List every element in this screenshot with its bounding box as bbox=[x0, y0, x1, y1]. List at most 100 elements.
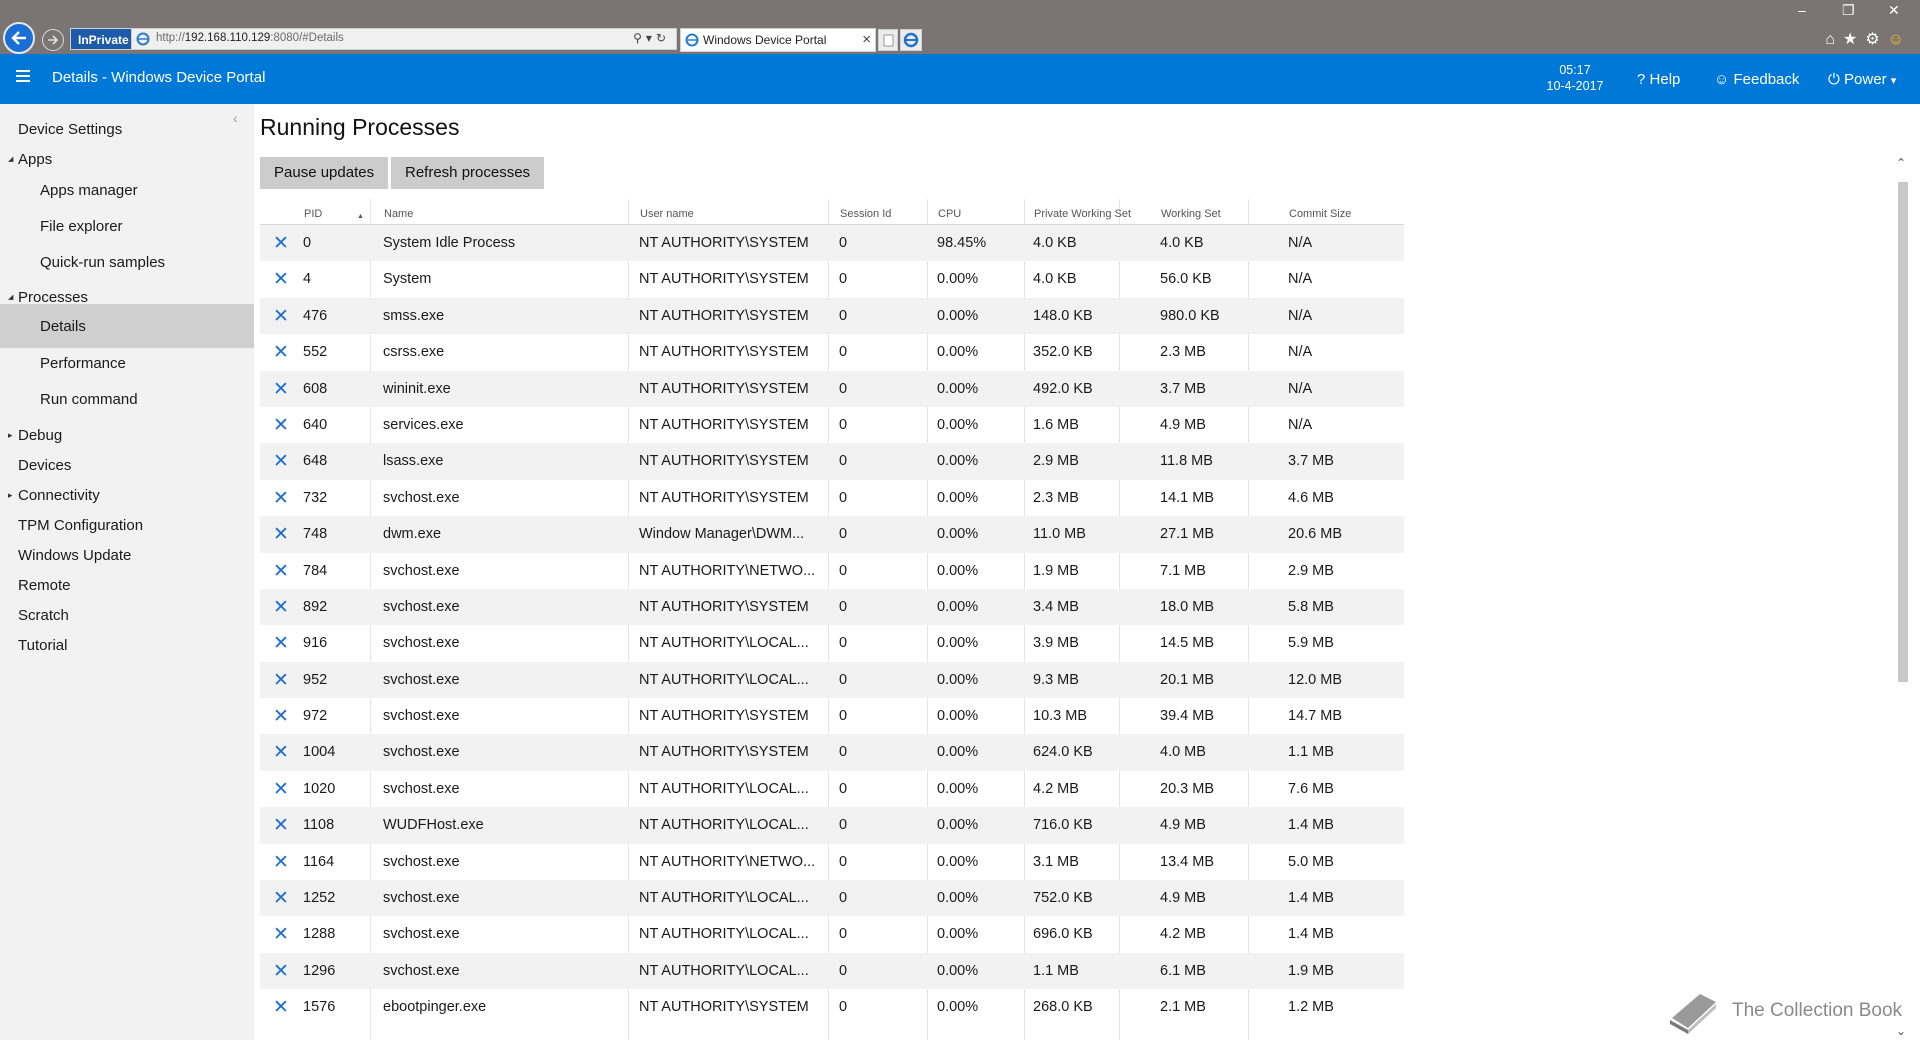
sidebar-item-quick-run-samples[interactable]: Quick-run samples bbox=[0, 245, 254, 279]
restore-icon[interactable]: ❐ bbox=[1842, 2, 1855, 19]
cell-name: svchost.exe bbox=[383, 926, 460, 943]
table-row[interactable]: ✕ 972 svchost.exe NT AUTHORITY\SYSTEM 0 0.00%… bbox=[260, 698, 1404, 734]
sidebar-item-devices[interactable]: Devices bbox=[0, 448, 254, 482]
table-row[interactable]: ✕ 1020 svchost.exe NT AUTHORITY\LOCAL... 0 0.… bbox=[260, 771, 1404, 807]
sidebar-item-scratch[interactable]: Scratch bbox=[0, 598, 254, 632]
sidebar-item-debug[interactable]: ▸ Debug bbox=[0, 418, 254, 452]
address-tools[interactable]: ⚲▾↻ bbox=[633, 31, 670, 45]
dropdown-icon[interactable]: ▾ bbox=[646, 31, 656, 45]
column-header-private-working-set[interactable]: Private Working Set bbox=[1034, 208, 1131, 220]
feedback-button[interactable]: ☺ Feedback bbox=[1714, 71, 1799, 88]
sidebar-item-tpm-configuration[interactable]: TPM Configuration bbox=[0, 508, 254, 542]
kill-process-icon[interactable]: ✕ bbox=[273, 523, 289, 546]
kill-process-icon[interactable]: ✕ bbox=[273, 378, 289, 401]
table-row[interactable]: ✕ 608 wininit.exe NT AUTHORITY\SYSTEM 0 0.00%… bbox=[260, 370, 1404, 407]
column-header-session-id[interactable]: Session Id bbox=[840, 208, 891, 220]
sidebar-item-apps-manager[interactable]: Apps manager bbox=[0, 173, 254, 207]
favorites-star-icon[interactable]: ★ bbox=[1843, 31, 1865, 48]
table-row[interactable]: ✕ 916 svchost.exe NT AUTHORITY\LOCAL... 0 0.0… bbox=[260, 625, 1404, 661]
kill-process-icon[interactable]: ✕ bbox=[273, 923, 289, 946]
kill-process-icon[interactable]: ✕ bbox=[273, 705, 289, 728]
scroll-up-icon[interactable]: ⌃ bbox=[1896, 156, 1906, 170]
kill-process-icon[interactable]: ✕ bbox=[273, 778, 289, 801]
home-icon[interactable]: ⌂ bbox=[1825, 31, 1843, 48]
table-row[interactable]: ✕ 1004 svchost.exe NT AUTHORITY\SYSTEM 0 0.00… bbox=[260, 734, 1404, 771]
sidebar-item-device-settings[interactable]: Device Settings bbox=[0, 112, 254, 146]
search-icon[interactable]: ⚲ bbox=[633, 31, 646, 45]
sidebar-item-connectivity[interactable]: ▸ Connectivity bbox=[0, 478, 254, 512]
table-row[interactable]: ✕ 640 services.exe NT AUTHORITY\SYSTEM 0 0.00… bbox=[260, 407, 1404, 443]
table-row[interactable]: ✕ 476 smss.exe NT AUTHORITY\SYSTEM 0 0.00% 148… bbox=[260, 297, 1404, 335]
kill-process-icon[interactable]: ✕ bbox=[273, 814, 289, 837]
table-row[interactable]: ✕ 1108 WUDFHost.exe NT AUTHORITY\LOCAL... 0 0… bbox=[260, 807, 1404, 844]
browser-tab[interactable]: Windows Device Portal × bbox=[680, 28, 876, 52]
kill-process-icon[interactable]: ✕ bbox=[273, 632, 289, 655]
table-row[interactable]: ✕ 0 System Idle Process NT AUTHORITY\SYSTEM… bbox=[260, 225, 1404, 262]
column-header-name[interactable]: Name bbox=[384, 208, 413, 220]
kill-process-icon[interactable]: ✕ bbox=[273, 960, 289, 983]
table-row[interactable]: ✕ 952 svchost.exe NT AUTHORITY\LOCAL... 0 0.0… bbox=[260, 661, 1404, 699]
sidebar-item-remote[interactable]: Remote bbox=[0, 568, 254, 602]
power-menu[interactable]: ⏻ Power ▾ bbox=[1828, 71, 1896, 88]
table-row[interactable]: ✕ 1288 svchost.exe NT AUTHORITY\LOCAL... 0 0.… bbox=[260, 916, 1404, 952]
help-button[interactable]: ? Help bbox=[1637, 71, 1680, 88]
column-header-pid[interactable]: PID bbox=[304, 208, 322, 220]
ie-tab-button[interactable] bbox=[900, 29, 922, 51]
sidebar-item-tutorial[interactable]: Tutorial bbox=[0, 628, 254, 662]
column-header-user-name[interactable]: User name bbox=[640, 208, 694, 220]
kill-process-icon[interactable]: ✕ bbox=[273, 851, 289, 874]
page-scrollbar[interactable]: ⌃ ⌄ bbox=[1896, 152, 1912, 1040]
column-header-working-set[interactable]: Working Set bbox=[1161, 208, 1221, 220]
scrollbar-thumb[interactable] bbox=[1898, 182, 1908, 682]
column-header-commit-size[interactable]: Commit Size bbox=[1289, 208, 1351, 220]
kill-process-icon[interactable]: ✕ bbox=[273, 414, 289, 437]
kill-process-icon[interactable]: ✕ bbox=[273, 887, 289, 910]
table-row[interactable]: ✕ 648 lsass.exe NT AUTHORITY\SYSTEM 0 0.00% 2.… bbox=[260, 443, 1404, 480]
address-bar[interactable]: http://192.168.110.129:8080/#Details ⚲▾↻ bbox=[131, 28, 677, 50]
kill-process-icon[interactable]: ✕ bbox=[273, 305, 289, 328]
refresh-processes-button[interactable]: Refresh processes bbox=[391, 157, 545, 189]
column-header-cpu[interactable]: CPU bbox=[938, 208, 961, 220]
kill-process-icon[interactable]: ✕ bbox=[273, 268, 289, 291]
settings-gear-icon[interactable]: ⚙ bbox=[1865, 31, 1887, 48]
table-row[interactable]: ✕ 732 svchost.exe NT AUTHORITY\SYSTEM 0 0.00%… bbox=[260, 480, 1404, 516]
kill-process-icon[interactable]: ✕ bbox=[273, 596, 289, 619]
kill-process-icon[interactable]: ✕ bbox=[273, 741, 289, 764]
hamburger-menu-icon[interactable] bbox=[16, 70, 30, 85]
kill-process-icon[interactable]: ✕ bbox=[273, 669, 289, 692]
forward-button[interactable] bbox=[42, 29, 64, 51]
table-row[interactable]: ✕ 1296 svchost.exe NT AUTHORITY\LOCAL... 0 0.… bbox=[260, 952, 1404, 990]
cell-pid: 972 bbox=[303, 708, 328, 725]
back-button[interactable] bbox=[3, 22, 35, 54]
sidebar-item-run-command[interactable]: Run command bbox=[0, 382, 254, 416]
close-tab-icon[interactable]: × bbox=[862, 31, 871, 48]
table-row[interactable]: ✕ 552 csrss.exe NT AUTHORITY\SYSTEM 0 0.00% 35… bbox=[260, 334, 1404, 370]
table-row[interactable]: ✕ 1576 ebootpinger.exe NT AUTHORITY\SYSTEM 0… bbox=[260, 989, 1404, 1025]
kill-process-icon[interactable]: ✕ bbox=[273, 487, 289, 510]
kill-process-icon[interactable]: ✕ bbox=[273, 341, 289, 364]
close-window-icon[interactable]: ✕ bbox=[1888, 2, 1900, 19]
smiley-feedback-icon[interactable]: ☺ bbox=[1888, 31, 1912, 48]
sidebar-item-performance[interactable]: Performance bbox=[0, 346, 254, 380]
table-row[interactable]: ✕ 892 svchost.exe NT AUTHORITY\SYSTEM 0 0.00%… bbox=[260, 588, 1404, 626]
new-tab-button[interactable] bbox=[878, 29, 898, 51]
sidebar-item-details[interactable]: Details bbox=[0, 304, 254, 348]
table-row[interactable]: ✕ 784 svchost.exe NT AUTHORITY\NETWO... 0 0.0… bbox=[260, 553, 1404, 589]
pause-updates-button[interactable]: Pause updates bbox=[260, 157, 389, 189]
table-row[interactable]: ✕ 1164 svchost.exe NT AUTHORITY\NETWO... 0 0.… bbox=[260, 844, 1404, 880]
kill-process-icon[interactable]: ✕ bbox=[273, 996, 289, 1019]
table-row[interactable]: ✕ 4 System NT AUTHORITY\SYSTEM 0 0.00% 4.0 KB 5… bbox=[260, 261, 1404, 297]
sidebar-item-windows-update[interactable]: Windows Update bbox=[0, 538, 254, 572]
table-row[interactable]: ✕ 1252 svchost.exe NT AUTHORITY\LOCAL... 0 0.… bbox=[260, 880, 1404, 917]
kill-process-icon[interactable]: ✕ bbox=[273, 232, 289, 255]
kill-process-icon[interactable]: ✕ bbox=[273, 560, 289, 583]
sidebar-item-apps[interactable]: ◢ Apps bbox=[0, 142, 254, 176]
minimize-icon[interactable]: – bbox=[1798, 2, 1806, 18]
cell-pid: 1020 bbox=[303, 780, 336, 797]
refresh-icon[interactable]: ↻ bbox=[656, 31, 670, 45]
kill-process-icon[interactable]: ✕ bbox=[273, 450, 289, 473]
cell-user-name: NT AUTHORITY\LOCAL... bbox=[639, 926, 809, 943]
sidebar-item-file-explorer[interactable]: File explorer bbox=[0, 209, 254, 243]
table-row[interactable]: ✕ 748 dwm.exe Window Manager\DWM... 0 0.00% 11… bbox=[260, 516, 1404, 553]
sidebar-item-label: Performance bbox=[40, 354, 126, 372]
